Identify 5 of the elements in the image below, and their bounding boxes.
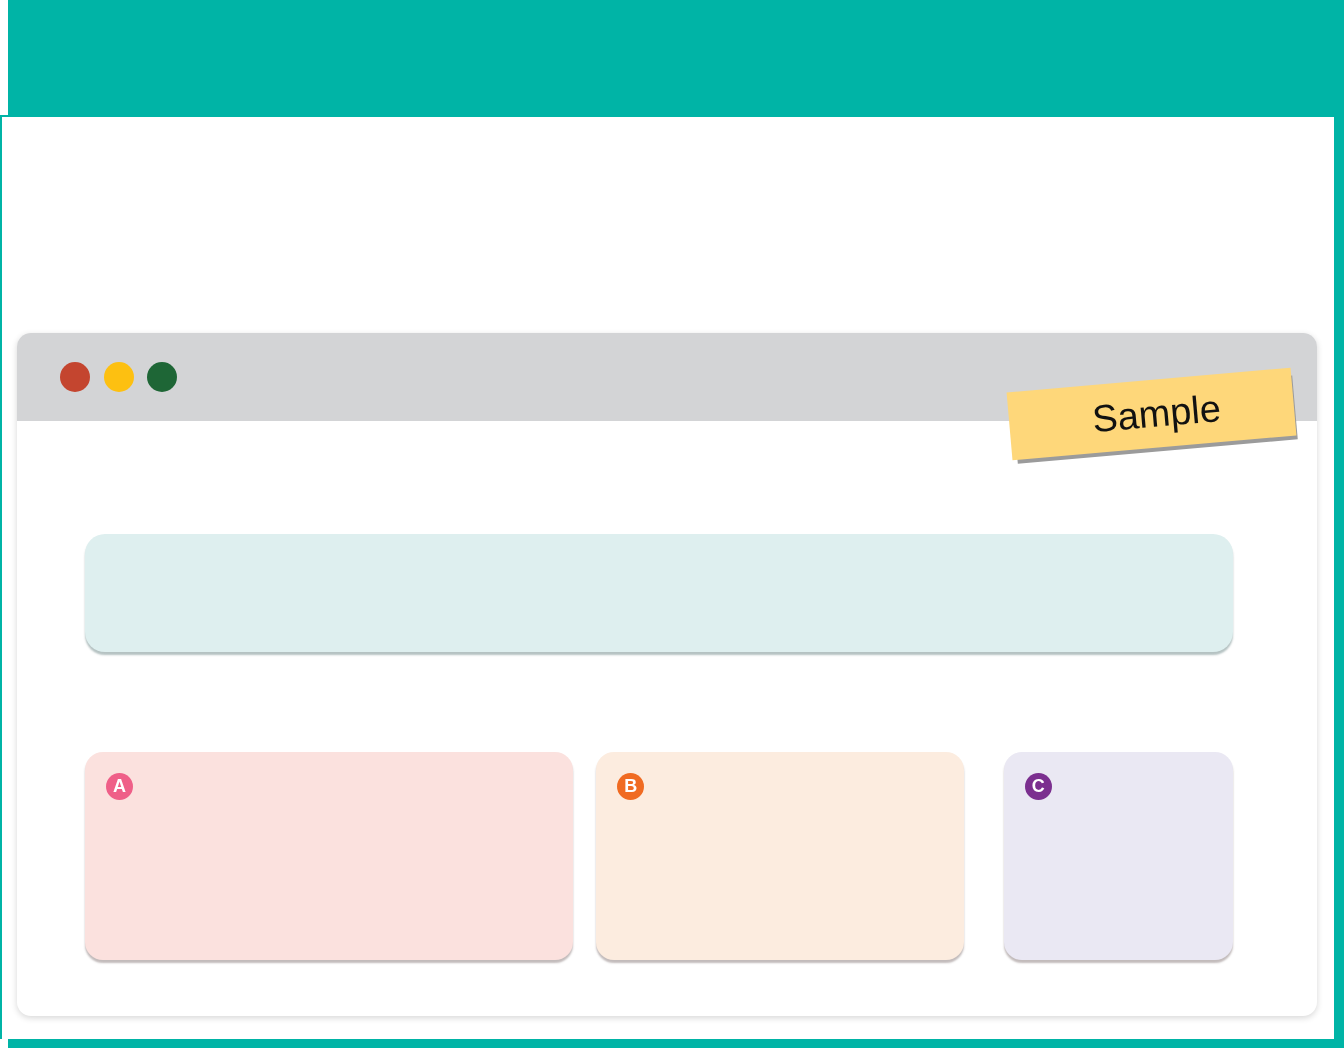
close-button[interactable]: [60, 362, 90, 392]
maximize-button[interactable]: [147, 362, 177, 392]
letter-badge: A: [106, 773, 133, 800]
letter-badge: B: [617, 773, 645, 800]
letter-badge: C: [1024, 773, 1052, 800]
